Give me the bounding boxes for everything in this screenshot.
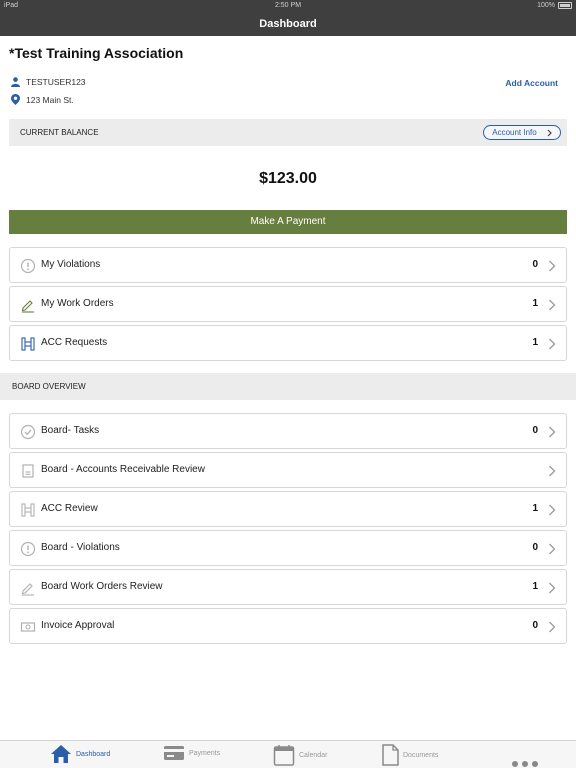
status-bar: iPad 2:50 PM 100% [0,0,576,12]
more-icon[interactable] [512,761,538,767]
invoice-icon [20,622,36,632]
chevron-right-icon [549,582,556,594]
chevron-right-icon [549,543,556,555]
balance-amount: $123.00 [259,170,317,187]
list-item-count: 1 [532,298,538,309]
list-item-label: Board - Accounts Receivable Review [41,464,205,475]
acc-icon [21,337,35,351]
user-row: TESTUSER123 [11,77,86,87]
list-item-label: Board Work Orders Review [41,581,163,592]
board-overview-header: BOARD OVERVIEW [0,373,576,400]
acc-icon [21,503,35,517]
board-ar-review-item[interactable]: Board - Accounts Receivable Review [9,452,567,488]
tab-label: Dashboard [76,750,111,758]
list-item-label: My Violations [41,259,101,270]
current-balance-bar: CURRENT BALANCE Account Info [9,119,567,146]
association-name: *Test Training Association [9,45,184,61]
ledger-icon [22,464,34,478]
my-work-orders-item[interactable]: My Work Orders 1 [9,286,567,322]
tab-documents[interactable]: Documents [381,744,438,766]
list-item-label: My Work Orders [41,298,114,309]
tab-calendar[interactable]: Calendar [273,744,327,766]
page-title: Dashboard [259,18,317,30]
tab-dashboard[interactable]: Dashboard [50,744,110,764]
chevron-right-icon [549,621,556,633]
list-item-count: 1 [532,503,538,514]
board-tasks-item[interactable]: Board- Tasks 0 [9,413,567,449]
chevron-right-icon [547,129,552,136]
account-info-label: Account Info [492,128,537,137]
list-item-count: 1 [532,581,538,592]
tab-payments[interactable]: Payments [163,744,220,762]
document-icon [382,744,399,766]
tab-bar: Dashboard Payments Calendar Documents [0,740,576,768]
list-item-count: 0 [532,542,538,553]
nav-bar: Dashboard [0,12,576,36]
list-item-label: Board- Tasks [41,425,100,436]
tab-label: Documents [403,751,439,759]
board-violations-item[interactable]: Board - Violations 0 [9,530,567,566]
chevron-right-icon [549,504,556,516]
location-pin-icon [11,94,20,105]
chevron-right-icon [549,299,556,311]
home-icon [51,745,71,763]
battery-percent: 100% [537,2,555,9]
calendar-icon [273,745,295,766]
list-item-label: Invoice Approval [41,620,115,631]
username: TESTUSER123 [26,77,86,87]
my-violations-item[interactable]: My Violations 0 [9,247,567,283]
board-work-orders-review-item[interactable]: Board Work Orders Review 1 [9,569,567,605]
battery-icon [558,2,572,9]
list-item-label: ACC Review [41,503,98,514]
address: 123 Main St. [26,94,74,105]
list-item-label: ACC Requests [41,337,108,348]
tab-label: Calendar [299,751,328,759]
list-item-count: 0 [532,425,538,436]
list-item-count: 0 [532,259,538,270]
status-time: 2:50 PM [274,2,302,9]
account-info-button[interactable]: Account Info [483,125,561,140]
acc-requests-item[interactable]: ACC Requests 1 [9,325,567,361]
list-item-count: 0 [532,620,538,631]
acc-review-item[interactable]: ACC Review 1 [9,491,567,527]
tab-label: Payments [189,749,221,757]
list-item-count: 1 [532,337,538,348]
chevron-right-icon [549,465,556,477]
user-icon [11,77,20,87]
warning-circle-icon [20,541,36,557]
address-row: 123 Main St. [11,94,74,105]
list-item-label: Board - Violations [41,542,120,553]
make-payment-button[interactable]: Make A Payment [9,210,567,234]
chevron-right-icon [549,260,556,272]
invoice-approval-item[interactable]: Invoice Approval 0 [9,608,567,644]
credit-card-icon [164,746,184,760]
work-order-icon [21,300,34,313]
warning-circle-icon [20,258,36,274]
work-order-icon [21,583,34,596]
current-balance-label: CURRENT BALANCE [20,128,99,137]
check-circle-icon [20,424,36,440]
board-overview-label: BOARD OVERVIEW [12,382,86,391]
chevron-right-icon [549,426,556,438]
add-account-link[interactable]: Add Account [505,78,558,88]
chevron-right-icon [549,338,556,350]
